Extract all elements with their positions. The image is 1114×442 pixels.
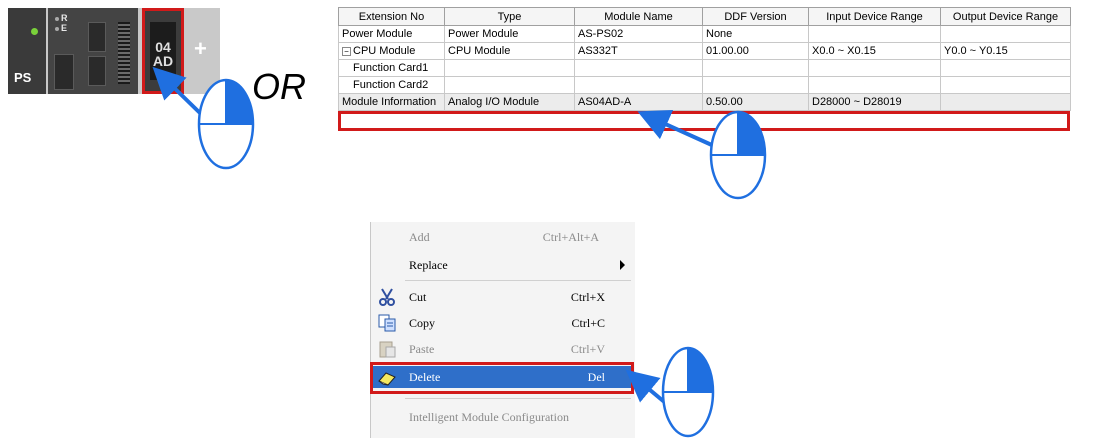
pointer-arrow-2	[637, 110, 715, 148]
mouse-click-icon	[197, 78, 255, 170]
pointer-arrow-1	[152, 66, 202, 115]
annotation-overlay	[152, 66, 767, 438]
mouse-click-icon	[709, 110, 767, 200]
mouse-click-icon	[661, 346, 715, 438]
